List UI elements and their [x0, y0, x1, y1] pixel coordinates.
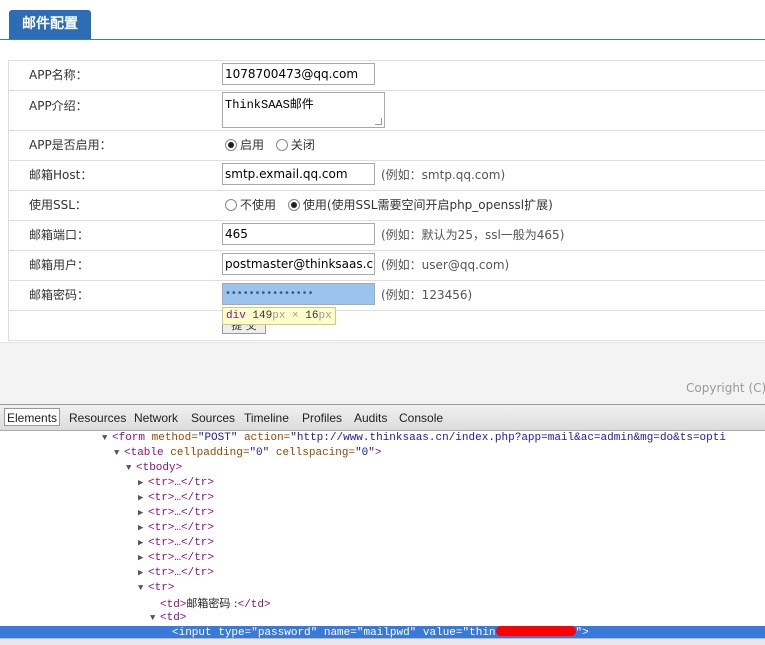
mail-port-hint: (例如：默认为25，ssl一般为465) [381, 228, 565, 242]
devtools-panel: Elements Resources Network Sources Timel… [0, 404, 765, 645]
tooltip-tag: div [226, 310, 246, 322]
dom-node-tr-open[interactable]: ▼ <tr> [0, 581, 765, 596]
mail-user-label: 邮箱用户： [29, 258, 90, 272]
dom-node-tr[interactable]: ▶ <tr>…</tr> [0, 566, 765, 581]
collapse-triangle-icon[interactable]: ▶ [138, 476, 148, 491]
page-footer: Copyright (C) 2 [0, 342, 765, 404]
mail-port-input[interactable]: 465 [222, 223, 375, 245]
tab-bar: 邮件配置 [0, 0, 765, 40]
devtools-tab-audits[interactable]: Audits [352, 409, 389, 427]
tooltip-width-unit: px [272, 310, 286, 322]
radio-ssl-yes[interactable]: 使用(使用SSL需要空间开启php_openssl扩展) [287, 198, 553, 212]
expand-triangle-icon[interactable]: ▼ [126, 461, 136, 476]
mail-pwd-input[interactable]: ••••••••••••••• [222, 283, 375, 305]
inspect-tooltip: div 149px × 16px [222, 307, 336, 325]
expand-triangle-icon[interactable]: ▼ [150, 611, 160, 626]
dom-node-tr[interactable]: ▶ <tr>…</tr> [0, 536, 765, 551]
dom-tree: ▼ <form method="POST" action="http://www.… [0, 431, 765, 641]
radio-ssl-yes-label: 使用(使用SSL需要空间开启php_openssl扩展) [302, 198, 553, 212]
dom-node-td[interactable]: ▼ <td> [0, 611, 765, 626]
row-app-enabled: APP是否启用： 启用 关闭 [9, 131, 765, 161]
tooltip-height: 16 [305, 310, 319, 322]
tooltip-sep: × [292, 310, 299, 322]
mail-pwd-hint: (例如：123456) [381, 288, 473, 302]
dom-node-tr[interactable]: ▶ <tr>…</tr> [0, 551, 765, 566]
expand-triangle-icon[interactable]: ▼ [114, 446, 124, 461]
devtools-tab-elements[interactable]: Elements [4, 408, 61, 426]
collapse-triangle-icon[interactable]: ▶ [138, 551, 148, 566]
mail-host-hint: (例如：smtp.qq.com) [381, 168, 506, 182]
mail-user-hint: (例如：user@qq.com) [381, 258, 510, 272]
dom-node-table[interactable]: ▼ <table cellpadding="0" cellspacing="0"> [0, 446, 765, 461]
radio-checked-icon[interactable] [287, 199, 300, 211]
collapse-triangle-icon[interactable]: ▶ [138, 566, 148, 581]
app-name-label: APP名称： [29, 68, 88, 82]
row-app-name: APP名称： 1078700473@qq.com [9, 61, 765, 91]
mail-host-input[interactable]: smtp.exmail.qq.com [222, 163, 375, 185]
collapse-triangle-icon[interactable]: ▶ [138, 491, 148, 506]
devtools-tab-sources[interactable]: Sources [189, 409, 237, 427]
expand-triangle-icon[interactable]: ▼ [102, 431, 112, 446]
radio-enabled-on[interactable]: 启用 [225, 138, 264, 152]
row-mail-port: 邮箱端口： 465 (例如：默认为25，ssl一般为465) [9, 221, 765, 251]
redaction-mark [495, 626, 576, 636]
devtools-tab-profiles[interactable]: Profiles [300, 409, 344, 427]
radio-checked-icon[interactable] [225, 139, 237, 151]
resize-handle-icon[interactable] [375, 118, 382, 125]
app-intro-label: APP介绍： [29, 99, 88, 113]
collapse-triangle-icon[interactable]: ▶ [138, 536, 148, 551]
dom-node-tr[interactable]: ▶ <tr>…</tr> [0, 476, 765, 491]
page-area: 邮件配置 APP名称： 1078700473@qq.com APP介绍： Thi… [0, 0, 765, 404]
expand-triangle-icon[interactable]: ▼ [138, 581, 148, 596]
dom-node-tr[interactable]: ▶ <tr>…</tr> [0, 521, 765, 536]
radio-off-label: 关闭 [290, 138, 315, 152]
dom-node-tbody[interactable]: ▼ <tbody> [0, 461, 765, 476]
tab-mail-config[interactable]: 邮件配置 [9, 10, 91, 39]
mail-port-label: 邮箱端口： [29, 228, 90, 242]
dom-node-tr[interactable]: ▶ <tr>…</tr> [0, 506, 765, 521]
app-intro-value: ThinkSAAS邮件 [225, 98, 314, 112]
collapse-triangle-icon[interactable]: ▶ [138, 506, 148, 521]
row-use-ssl: 使用SSL： 不使用 使用(使用SSL需要空间开启php_openssl扩展) [9, 191, 765, 221]
radio-ssl-no-label: 不使用 [240, 198, 277, 212]
row-app-intro: APP介绍： ThinkSAAS邮件 [9, 91, 765, 131]
devtools-tab-console[interactable]: Console [397, 409, 445, 427]
devtools-tab-resources[interactable]: Resources [67, 409, 128, 427]
devtools-tab-network[interactable]: Network [132, 409, 180, 427]
devtools-tab-timeline[interactable]: Timeline [242, 409, 291, 427]
radio-ssl-no[interactable]: 不使用 [225, 198, 276, 212]
radio-unchecked-icon[interactable] [275, 139, 288, 151]
use-ssl-label: 使用SSL： [29, 198, 87, 212]
tooltip-width: 149 [252, 310, 273, 322]
app-name-input[interactable]: 1078700473@qq.com [222, 63, 375, 85]
use-ssl-radio-group: 不使用 使用(使用SSL需要空间开启php_openssl扩展) [225, 191, 561, 219]
mail-pwd-label: 邮箱密码： [29, 288, 90, 302]
app-enabled-label: APP是否启用： [29, 138, 112, 152]
row-submit [9, 311, 765, 341]
mail-user-input[interactable]: postmaster@thinksaas.cn [222, 253, 375, 275]
dom-node-tr[interactable]: ▶ <tr>…</tr> [0, 491, 765, 506]
copyright-text: Copyright (C) 2 [686, 381, 765, 395]
radio-on-label: 启用 [240, 138, 265, 152]
app-intro-textarea[interactable]: ThinkSAAS邮件 [222, 92, 385, 128]
radio-unchecked-icon[interactable] [225, 199, 237, 211]
collapse-triangle-icon[interactable]: ▶ [138, 521, 148, 536]
app-enabled-radio-group: 启用 关闭 [225, 131, 323, 159]
mail-config-form: APP名称： 1078700473@qq.com APP介绍： ThinkSAA… [8, 60, 765, 341]
devtools-tab-bar: Elements Resources Network Sources Timel… [0, 405, 765, 431]
mail-host-label: 邮箱Host： [29, 168, 93, 182]
devtools-bottom-bar [0, 638, 765, 645]
dom-node-form[interactable]: ▼ <form method="POST" action="http://www.… [0, 431, 765, 446]
row-mail-user: 邮箱用户： postmaster@thinksaas.cn (例如：user@q… [9, 251, 765, 281]
tooltip-height-unit: px [318, 310, 332, 322]
dom-node-td-label[interactable]: <td>邮箱密码 :</td> [0, 596, 765, 611]
radio-enabled-off[interactable]: 关闭 [275, 138, 315, 152]
row-mail-host: 邮箱Host： smtp.exmail.qq.com (例如：smtp.qq.c… [9, 161, 765, 191]
row-mail-pwd: 邮箱密码： ••••••••••••••• (例如：123456) [9, 281, 765, 311]
